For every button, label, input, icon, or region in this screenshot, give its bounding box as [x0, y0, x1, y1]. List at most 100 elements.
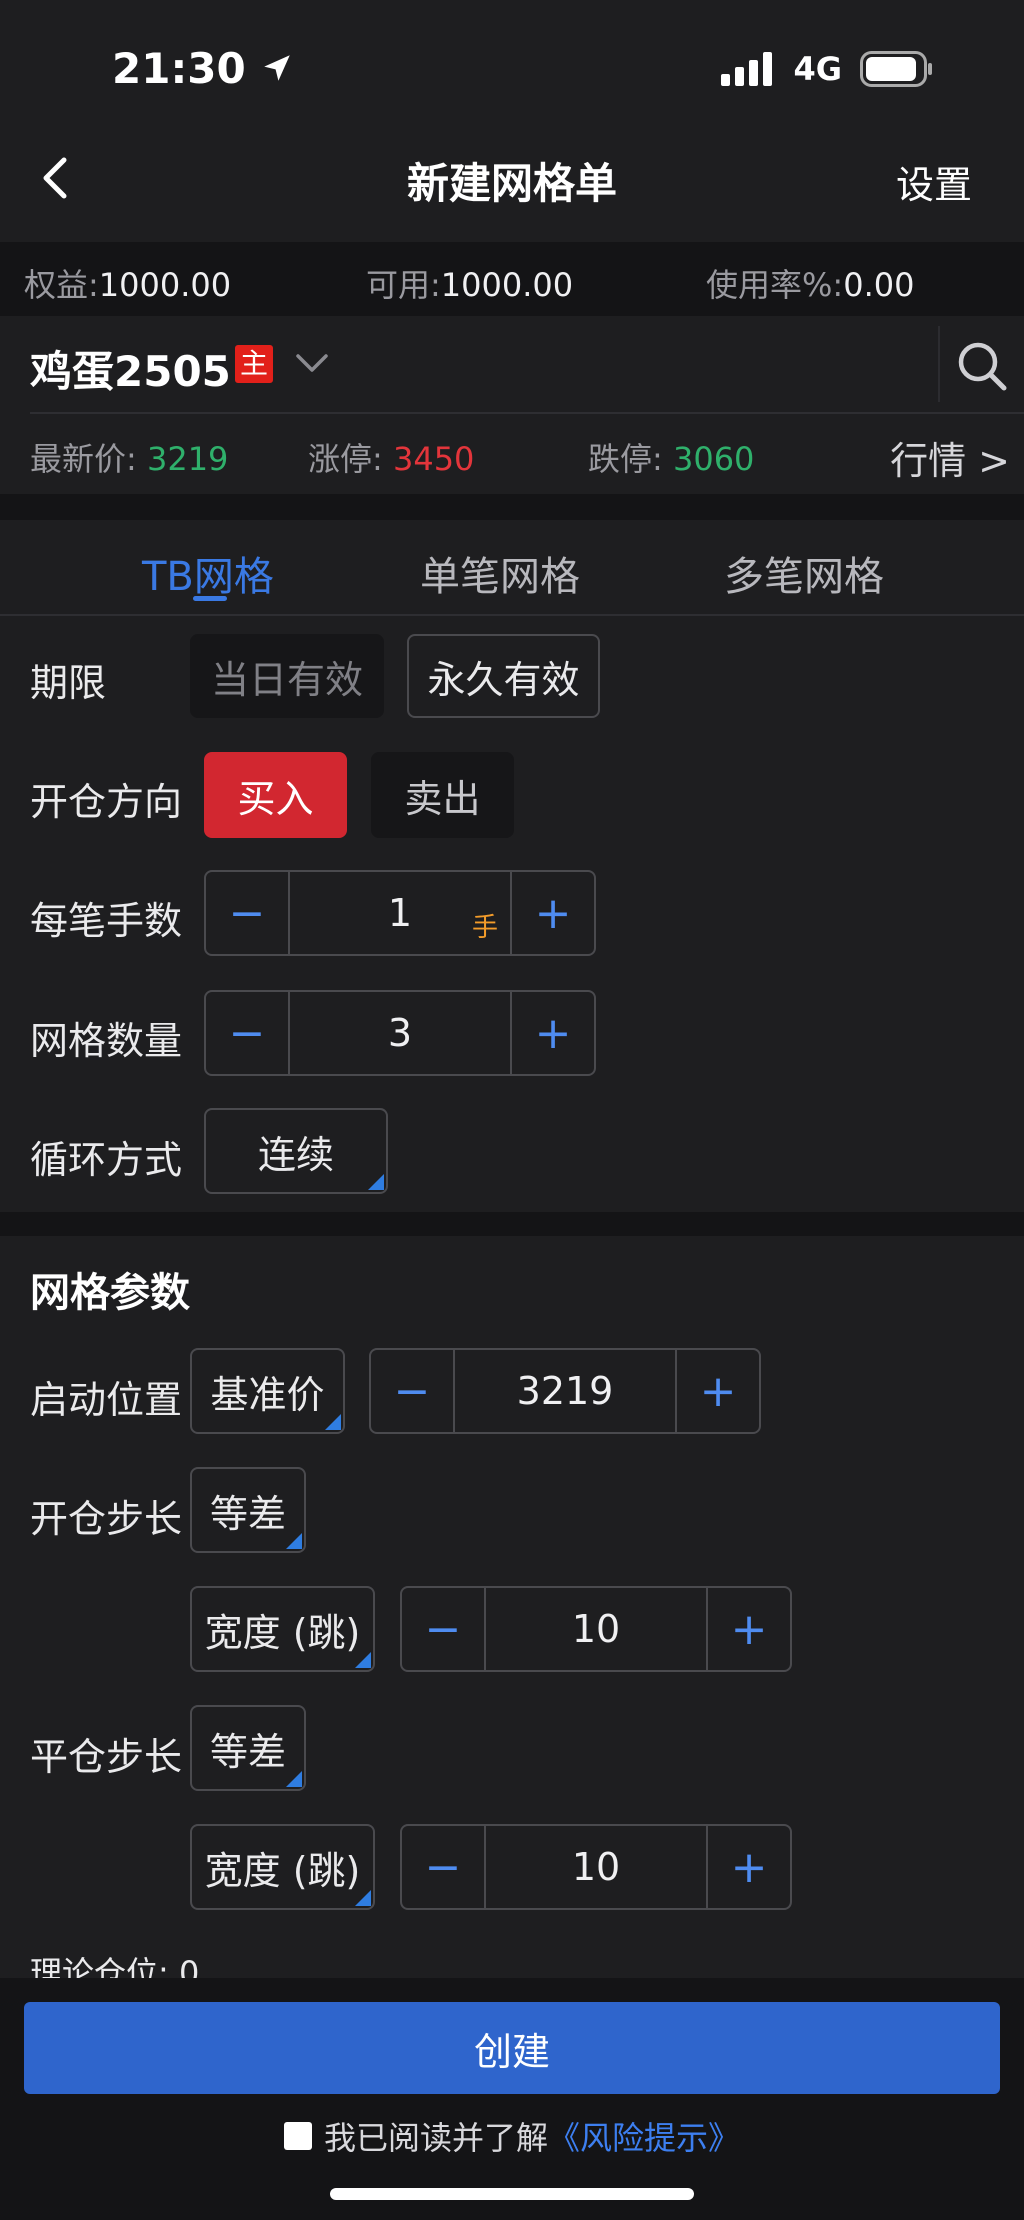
cycle-label: 循环方式 — [30, 1138, 183, 1182]
network-label: 4G — [793, 50, 842, 88]
start-price-value[interactable]: 3219 — [453, 1350, 677, 1432]
close-width-mode-select[interactable]: 宽度 (跳) — [190, 1824, 375, 1910]
usage-item: 使用率%:0.00 — [706, 260, 914, 306]
divider — [30, 412, 1024, 414]
risk-notice-link[interactable]: 《风险提示》 — [548, 2119, 740, 2157]
grid-count-label: 网格数量 — [30, 1019, 183, 1063]
signal-icon — [721, 52, 773, 86]
lots-plus-button[interactable]: + — [512, 872, 594, 954]
limit-up-label: 涨停: — [308, 440, 383, 478]
dropdown-corner-icon — [325, 1414, 341, 1430]
main-contract-badge: 主 — [235, 345, 273, 383]
location-arrow-icon — [264, 55, 291, 81]
start-mode-value: 基准价 — [210, 1372, 325, 1417]
usage-value: 0.00 — [843, 266, 915, 304]
status-time-text: 21:30 — [112, 44, 246, 93]
settings-button[interactable]: 设置 — [896, 154, 972, 209]
start-position-label: 启动位置 — [30, 1378, 183, 1422]
close-step-mode-select[interactable]: 等差 — [190, 1705, 306, 1791]
last-price: 最新价: 3219 — [30, 434, 228, 480]
open-width-value[interactable]: 10 — [484, 1588, 708, 1670]
divider — [0, 614, 1024, 616]
dropdown-corner-icon — [368, 1174, 384, 1190]
contract-name[interactable]: 鸡蛋2505 — [30, 338, 231, 399]
open-width-minus-button[interactable]: − — [402, 1588, 484, 1670]
agree-text: 我已阅读并了解 — [323, 2119, 548, 2157]
tab-active-indicator — [193, 596, 227, 601]
open-step-mode-value: 等差 — [209, 1491, 286, 1536]
limit-down: 跌停: 3060 — [588, 434, 754, 480]
sell-button[interactable]: 卖出 — [371, 752, 514, 838]
home-indicator — [330, 2188, 694, 2200]
section-spacer — [0, 494, 1024, 520]
open-width-stepper: − 10 + — [400, 1586, 792, 1672]
cycle-select-value: 连续 — [257, 1132, 334, 1177]
risk-agreement: 我已阅读并了解《风险提示》 — [0, 2113, 1024, 2159]
start-price-minus-button[interactable]: − — [371, 1350, 453, 1432]
open-step-mode-select[interactable]: 等差 — [190, 1467, 306, 1553]
tab-tb-grid[interactable]: TB网格 — [142, 544, 274, 602]
chevron-down-icon[interactable] — [294, 352, 330, 376]
start-price-plus-button[interactable]: + — [677, 1350, 759, 1432]
open-width-mode-select[interactable]: 宽度 (跳) — [190, 1586, 375, 1672]
limit-up-value: 3450 — [392, 440, 475, 478]
params-section-title: 网格参数 — [30, 1270, 190, 1316]
close-step-label: 平仓步长 — [30, 1735, 183, 1779]
close-width-value[interactable]: 10 — [484, 1826, 708, 1908]
equity-item: 权益:1000.00 — [24, 260, 231, 306]
search-icon[interactable] — [954, 338, 1010, 394]
limit-down-value: 3060 — [672, 440, 755, 478]
close-width-minus-button[interactable]: − — [402, 1826, 484, 1908]
open-width-mode-value: 宽度 (跳) — [204, 1610, 361, 1655]
limit-down-label: 跌停: — [588, 440, 663, 478]
page-title: 新建网格单 — [406, 159, 617, 208]
close-width-mode-value: 宽度 (跳) — [204, 1848, 361, 1893]
buy-button[interactable]: 买入 — [204, 752, 347, 838]
account-summary-bar: 权益:1000.00 可用:1000.00 使用率%:0.00 — [0, 242, 1024, 316]
lots-value[interactable]: 1手 — [288, 872, 512, 954]
start-price-stepper: − 3219 + — [369, 1348, 761, 1434]
status-time: 21:30 — [112, 44, 294, 93]
direction-label: 开仓方向 — [30, 780, 183, 824]
lots-minus-button[interactable]: − — [206, 872, 288, 954]
dropdown-corner-icon — [286, 1533, 302, 1549]
available-item: 可用:1000.00 — [366, 260, 573, 306]
tab-single-grid[interactable]: 单笔网格 — [420, 544, 580, 602]
last-price-label: 最新价: — [30, 440, 137, 478]
dropdown-corner-icon — [286, 1771, 302, 1787]
lots-unit: 手 — [471, 913, 498, 943]
section-spacer — [0, 1212, 1024, 1236]
available-label: 可用: — [366, 266, 441, 304]
last-price-value: 3219 — [146, 440, 229, 478]
validity-permanent-option[interactable]: 永久有效 — [407, 634, 600, 718]
tab-multi-grid[interactable]: 多笔网格 — [724, 544, 884, 602]
available-value: 1000.00 — [440, 266, 574, 304]
agree-checkbox[interactable] — [283, 2122, 312, 2150]
usage-label: 使用率%: — [706, 266, 844, 304]
start-mode-select[interactable]: 基准价 — [190, 1348, 345, 1434]
cycle-select[interactable]: 连续 — [204, 1108, 388, 1194]
dropdown-corner-icon — [355, 1890, 371, 1906]
validity-label: 期限 — [30, 661, 107, 705]
validity-today-option[interactable]: 当日有效 — [190, 634, 384, 718]
status-indicators: 4G — [721, 50, 934, 88]
grid-count-plus-button[interactable]: + — [512, 992, 594, 1074]
open-step-label: 开仓步长 — [30, 1497, 183, 1541]
close-width-stepper: − 10 + — [400, 1824, 792, 1910]
battery-icon — [860, 51, 932, 87]
quote-link[interactable]: 行情 > — [890, 430, 1010, 485]
dropdown-corner-icon — [355, 1652, 371, 1668]
open-width-plus-button[interactable]: + — [708, 1588, 790, 1670]
lots-stepper: − 1手 + — [204, 870, 596, 956]
lots-value-text: 1 — [387, 891, 413, 935]
close-width-plus-button[interactable]: + — [708, 1826, 790, 1908]
grid-count-value[interactable]: 3 — [288, 992, 512, 1074]
search-divider — [938, 326, 940, 402]
equity-label: 权益: — [24, 266, 99, 304]
equity-value: 1000.00 — [98, 266, 232, 304]
grid-count-minus-button[interactable]: − — [206, 992, 288, 1074]
lots-label: 每笔手数 — [30, 899, 183, 943]
close-step-mode-value: 等差 — [209, 1729, 286, 1774]
create-button[interactable]: 创建 — [24, 2002, 1000, 2094]
grid-count-stepper: − 3 + — [204, 990, 596, 1076]
